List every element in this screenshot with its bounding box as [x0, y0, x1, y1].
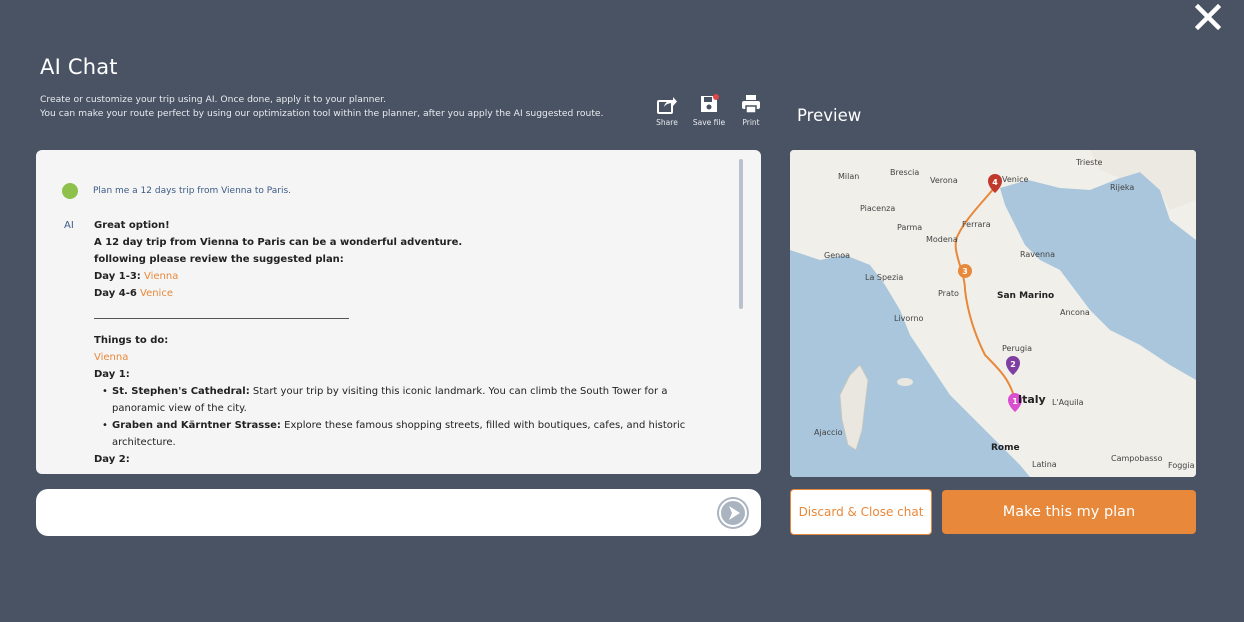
print-label: Print [742, 118, 760, 127]
chat-toolbar: Share Save file Print [650, 93, 768, 127]
map-city-label: L'Aquila [1052, 398, 1084, 407]
map-city-label: Campobasso [1111, 454, 1163, 463]
chat-panel[interactable]: Plan me a 12 days trip from Vienna to Pa… [36, 150, 761, 474]
map-city-label: La Spezia [865, 273, 904, 282]
share-icon [657, 97, 677, 114]
map-city-label: Livorno [894, 314, 924, 323]
svg-text:3: 3 [962, 267, 968, 276]
description-line-2: You can make your route perfect by using… [40, 108, 604, 119]
send-button[interactable] [717, 497, 749, 529]
things-title: Things to do: [94, 335, 169, 346]
page-title: AI Chat [40, 55, 118, 79]
map-city-label: Genoa [824, 251, 850, 260]
send-icon [719, 499, 747, 527]
map-city-label: Rijeka [1110, 183, 1135, 192]
ai-intro-1: Great option! [94, 220, 170, 231]
map-graphic: 4 3 2 1 [790, 150, 1196, 477]
map-city-label: Rome [991, 443, 1020, 453]
description-line-1: Create or customize your trip using AI. … [40, 94, 387, 105]
day2-label: Day 2: [94, 454, 130, 465]
map-city-label: Modena [926, 235, 958, 244]
print-button[interactable]: Print [734, 93, 768, 127]
route-preview-map[interactable]: 4 3 2 1 Trieste Milan Brescia Verona Ven… [790, 150, 1196, 477]
map-city-label: Ajaccio [814, 428, 843, 437]
ai-message: Great option! A 12 day trip from Vienna … [94, 217, 694, 468]
share-label: Share [656, 118, 678, 127]
discard-close-button[interactable]: Discard & Close chat [790, 489, 932, 535]
preview-title: Preview [797, 106, 862, 125]
share-button[interactable]: Share [650, 93, 684, 127]
chat-messages[interactable]: Plan me a 12 days trip from Vienna to Pa… [36, 150, 761, 474]
map-city-label: Foggia [1168, 461, 1195, 470]
day-range-2-city[interactable]: Venice [140, 288, 173, 299]
map-city-label: Trieste [1076, 158, 1103, 167]
map-city-label: Latina [1032, 460, 1057, 469]
list-item: Graben and Kärntner Strasse: Explore the… [102, 417, 694, 451]
svg-text:2: 2 [1010, 360, 1016, 369]
map-city-label: Ferrara [962, 220, 991, 229]
day1-label: Day 1: [94, 369, 130, 380]
map-city-label: Prato [938, 289, 959, 298]
things-city[interactable]: Vienna [94, 349, 694, 366]
close-icon[interactable] [1194, 3, 1222, 31]
ai-intro-2: A 12 day trip from Vienna to Paris can b… [94, 237, 463, 248]
map-country-label: Italy [1018, 393, 1046, 406]
map-city-label: Brescia [890, 168, 920, 177]
svg-text:4: 4 [992, 178, 998, 187]
user-message-text: Plan me a 12 days trip from Vienna to Pa… [93, 186, 292, 196]
page-description: Create or customize your trip using AI. … [40, 93, 604, 121]
divider [94, 318, 349, 319]
map-city-label: Ravenna [1020, 250, 1055, 259]
map-city-label: Milan [838, 172, 860, 181]
map-city-label: Verona [930, 176, 958, 185]
map-city-label: Venice [1002, 175, 1029, 184]
print-icon [742, 95, 760, 114]
save-file-button[interactable]: Save file [692, 93, 726, 127]
save-icon [701, 94, 719, 112]
user-avatar [62, 183, 78, 199]
map-city-label: Parma [897, 223, 923, 232]
map-city-label: Ancona [1060, 308, 1090, 317]
day-range-2: Day 4-6 Venice [94, 288, 173, 299]
save-label: Save file [692, 118, 726, 127]
map-city-label: San Marino [997, 291, 1055, 301]
day1-list: St. Stephen's Cathedral: Start your trip… [94, 383, 694, 451]
ai-intro-3: following please review the suggested pl… [94, 254, 344, 265]
chat-input[interactable] [36, 489, 761, 536]
map-city-label: Piacenza [860, 204, 896, 213]
make-plan-button[interactable]: Make this my plan [942, 490, 1196, 534]
day-range-1: Day 1-3: Vienna [94, 271, 179, 282]
day-range-1-city[interactable]: Vienna [144, 271, 178, 282]
user-message: Plan me a 12 days trip from Vienna to Pa… [62, 183, 291, 199]
map-city-label: Perugia [1002, 344, 1033, 353]
list-item: St. Stephen's Cathedral: Start your trip… [102, 383, 694, 417]
ai-label: AI [64, 220, 74, 231]
chat-scrollbar[interactable] [739, 159, 743, 309]
